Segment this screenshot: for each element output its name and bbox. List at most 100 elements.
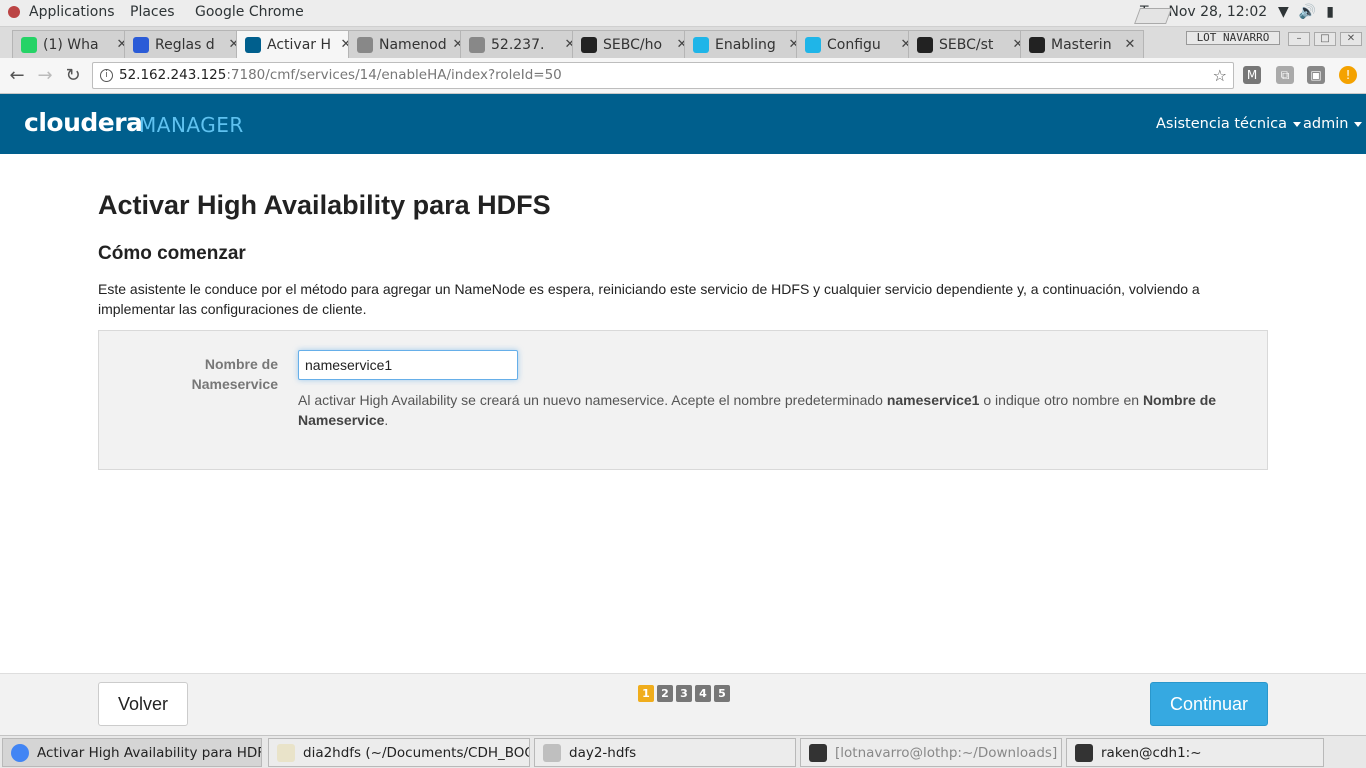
taskbar-item-label: raken@cdh1:~ — [1101, 744, 1202, 761]
browser-tab[interactable]: Masterin ✕ — [1020, 30, 1144, 58]
tab-title: Namenod — [379, 36, 447, 53]
browser-tab[interactable]: Reglas d ✕ — [124, 30, 248, 58]
brand-subtitle: MANAGER — [139, 113, 244, 137]
site-info-icon[interactable]: i — [100, 69, 113, 82]
taskbar-item-label: day2-hdfs — [569, 744, 637, 761]
taskbar-item[interactable]: day2-hdfs — [534, 738, 796, 767]
cloudera-doc-icon — [693, 36, 709, 53]
tab-title: Reglas d — [155, 36, 215, 53]
chrome-icon — [11, 743, 29, 762]
help-text-part: . — [384, 412, 389, 428]
wizard-steps: 12345 — [638, 685, 730, 702]
browser-tab[interactable]: Configu ✕ — [796, 30, 920, 58]
wizard-step[interactable]: 5 — [714, 685, 730, 702]
url-path: :7180/cmf/services/14/enableHA/index?rol… — [226, 67, 562, 83]
support-menu[interactable]: Asistencia técnica — [1156, 116, 1302, 132]
applications-menu[interactable]: Applications — [29, 4, 115, 20]
file-manager-icon — [543, 743, 561, 762]
address-bar[interactable]: i 52.162.243.125:7180/cmf/services/14/en… — [92, 62, 1234, 89]
continue-button[interactable]: Continuar — [1150, 682, 1268, 726]
bookmark-star-icon[interactable]: ☆ — [1213, 63, 1227, 88]
back-button[interactable]: Volver — [98, 682, 188, 726]
forward-arrow-icon[interactable]: → — [34, 65, 56, 87]
help-text-part: o indique otro nombre en — [979, 392, 1143, 408]
cloudera-doc-icon — [805, 36, 821, 53]
taskbar-item[interactable]: dia2hdfs (~/Documents/CDH_BOOT... — [268, 738, 530, 767]
browser-tab[interactable]: Activar H ✕ — [236, 30, 360, 58]
terminal-icon — [809, 743, 827, 762]
tab-title: SEBC/st — [939, 36, 994, 53]
tab-title: Masterin — [1051, 36, 1112, 53]
update-alert-icon[interactable]: ! — [1339, 66, 1357, 84]
new-tab-button[interactable] — [1134, 8, 1172, 24]
url-host: 52.162.243.125 — [119, 67, 227, 83]
apps-menu-icon — [8, 6, 20, 18]
minimize-button[interactable]: – — [1288, 32, 1310, 46]
section-title: Cómo comenzar — [98, 243, 246, 264]
nameservice-label: Nombre de Nameservice — [191, 356, 278, 392]
profile-button[interactable]: LOT NAVARRO — [1186, 31, 1280, 45]
gmail-extension-icon[interactable]: M — [1243, 66, 1261, 84]
browser-tab[interactable]: SEBC/st ✕ — [908, 30, 1032, 58]
taskbar-item-label: [lotnavarro@lothp:~/Downloads] — [835, 744, 1058, 761]
extension-icon[interactable]: ▣ — [1307, 66, 1325, 84]
cloudera-icon — [245, 36, 261, 53]
extension-icon[interactable]: ⧉ — [1276, 66, 1294, 84]
active-app-menu[interactable]: Google Chrome — [195, 4, 304, 20]
tab-title: (1) Wha — [43, 36, 99, 53]
text-editor-icon — [277, 743, 295, 762]
taskbar-item[interactable]: raken@cdh1:~ — [1066, 738, 1324, 767]
user-menu-label: admin — [1303, 116, 1349, 132]
taskbar-item-label: dia2hdfs (~/Documents/CDH_BOOT... — [303, 744, 530, 761]
back-arrow-icon[interactable]: ← — [6, 65, 28, 87]
taskbar: Activar High Availability para HDFS -...… — [0, 735, 1366, 768]
tab-title: 52.237. — [491, 36, 545, 53]
browser-toolbar: ← → ↻ i 52.162.243.125:7180/cmf/services… — [0, 58, 1366, 94]
caret-down-icon — [1293, 121, 1302, 127]
support-menu-label: Asistencia técnica — [1156, 116, 1288, 132]
github-icon — [1029, 36, 1045, 53]
close-tab-icon[interactable]: ✕ — [1123, 37, 1137, 52]
github-icon — [917, 36, 933, 53]
taskbar-item[interactable]: [lotnavarro@lothp:~/Downloads] — [800, 738, 1062, 767]
user-menu[interactable]: admin — [1303, 116, 1363, 132]
caret-down-icon — [1354, 121, 1363, 127]
atlassian-icon — [133, 36, 149, 53]
wizard-step[interactable]: 1 — [638, 685, 654, 702]
help-text-part: Al activar High Availability se creará u… — [298, 392, 887, 408]
wifi-icon[interactable]: ▼ — [1278, 4, 1289, 20]
github-icon — [581, 36, 597, 53]
document-icon — [469, 36, 485, 53]
browser-tab[interactable]: (1) Wha ✕ — [12, 30, 136, 58]
nameservice-input[interactable] — [298, 350, 518, 380]
help-text-default-name: nameservice1 — [886, 392, 980, 408]
maximize-button[interactable]: □ — [1314, 32, 1336, 46]
wizard-step[interactable]: 3 — [676, 685, 692, 702]
battery-icon[interactable]: ▮ — [1326, 4, 1334, 20]
tab-title: Enabling — [715, 36, 776, 53]
close-window-button[interactable]: ✕ — [1340, 32, 1362, 46]
nameservice-help-text: Al activar High Availability se creará u… — [298, 390, 1248, 430]
app-header: cloudera MANAGER Asistencia técnica admi… — [0, 94, 1366, 154]
volume-icon[interactable]: 🔊 — [1299, 4, 1316, 20]
page-title: Activar High Availability para HDFS — [98, 190, 551, 220]
tab-strip: (1) Wha ✕ Reglas d ✕ Activar H ✕ Namenod ✕ 52.23… — [0, 27, 1366, 58]
intro-text: Este asistente le conduce por el método … — [98, 281, 1200, 317]
tab-title: Configu — [827, 36, 881, 53]
wizard-step[interactable]: 4 — [695, 685, 711, 702]
taskbar-item[interactable]: Activar High Availability para HDFS -... — [2, 738, 262, 767]
browser-tab[interactable]: 52.237. ✕ — [460, 30, 584, 58]
brand-logo[interactable]: cloudera — [24, 108, 143, 137]
document-icon — [357, 36, 373, 53]
whatsapp-icon — [21, 36, 37, 53]
browser-tab[interactable]: SEBC/ho ✕ — [572, 30, 696, 58]
wizard-step[interactable]: 2 — [657, 685, 673, 702]
browser-tab[interactable]: Enabling ✕ — [684, 30, 808, 58]
tab-title: SEBC/ho — [603, 36, 663, 53]
terminal-icon — [1075, 743, 1093, 762]
taskbar-item-label: Activar High Availability para HDFS -... — [37, 744, 261, 761]
places-menu[interactable]: Places — [130, 4, 175, 20]
reload-icon[interactable]: ↻ — [62, 65, 84, 87]
tab-title: Activar H — [267, 36, 332, 53]
browser-tab[interactable]: Namenod ✕ — [348, 30, 472, 58]
